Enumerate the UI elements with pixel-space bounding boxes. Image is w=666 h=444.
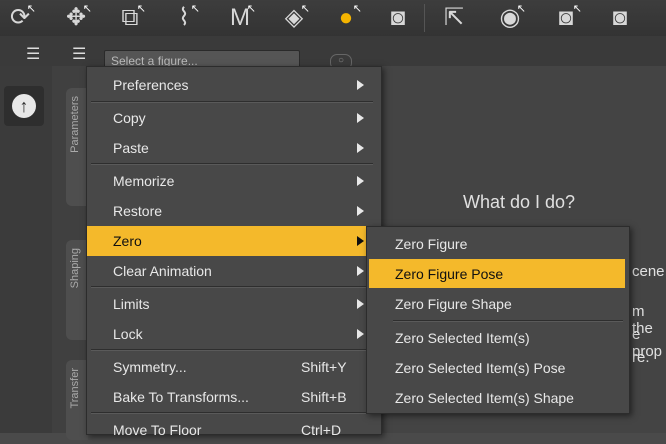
submenu-item-zero-figure-pose[interactable]: Zero Figure Pose bbox=[369, 259, 625, 288]
shortcut-label: Shift+Y bbox=[301, 359, 347, 375]
submenu-arrow-icon bbox=[357, 266, 364, 276]
submenu-arrow-icon bbox=[357, 236, 364, 246]
help-text: cene bbox=[632, 263, 665, 280]
menu-item-copy[interactable]: Copy bbox=[87, 104, 381, 132]
camera-icon[interactable]: ◙ bbox=[378, 2, 418, 34]
bone-icon[interactable]: ⌇ ↖ bbox=[164, 2, 204, 34]
submenu-item-zero-figure[interactable]: Zero Figure bbox=[369, 229, 625, 257]
surface-icon[interactable]: ◈ ↖ bbox=[274, 2, 314, 34]
menu-separator bbox=[91, 349, 373, 351]
menu-item-paste[interactable]: Paste bbox=[87, 134, 381, 162]
menu-separator bbox=[393, 320, 623, 322]
figure-icon[interactable]: ● ↖ bbox=[326, 2, 366, 34]
morph-icon[interactable]: M ↖ bbox=[220, 2, 260, 34]
menu-item-move-to-floor[interactable]: Move To Floor Ctrl+D bbox=[87, 416, 381, 444]
menu-separator bbox=[91, 101, 373, 103]
camera-frame-icon[interactable]: ◙ bbox=[600, 2, 640, 34]
submenu-arrow-icon bbox=[357, 176, 364, 186]
context-menu: Preferences Copy Paste Memorize Restore … bbox=[86, 66, 382, 438]
menu-separator bbox=[91, 286, 373, 288]
menu-separator bbox=[91, 412, 373, 414]
camera-edit-icon[interactable]: ◙ ↖ bbox=[546, 2, 586, 34]
pane-menu-icon[interactable]: ☰ bbox=[72, 44, 86, 64]
submenu-item-zero-selected-items-pose[interactable]: Zero Selected Item(s) Pose bbox=[369, 353, 625, 381]
zero-submenu: Zero Figure Zero Figure Pose Zero Figure… bbox=[366, 226, 630, 414]
submenu-arrow-icon bbox=[357, 80, 364, 90]
menu-item-lock[interactable]: Lock bbox=[87, 320, 381, 348]
menu-item-preferences[interactable]: Preferences bbox=[87, 71, 381, 99]
submenu-arrow-icon bbox=[357, 143, 364, 153]
rotate-icon[interactable]: ⟳ ↖ bbox=[0, 2, 40, 34]
menu-item-limits[interactable]: Limits bbox=[87, 290, 381, 318]
menu-item-symmetry[interactable]: Symmetry... Shift+Y bbox=[87, 353, 381, 381]
pointer-icon[interactable]: ⇱ bbox=[434, 2, 474, 34]
main-toolbar: ⟳ ↖ ✥ ↖ ⧉ ↖ ⌇ ↖ M ↖ ◈ ↖ ● ↖ ◙ ⇱ ◉ ↖ ◙ ↖ ◙ bbox=[0, 0, 666, 36]
submenu-arrow-icon bbox=[357, 113, 364, 123]
menu-separator bbox=[91, 163, 373, 165]
scale-icon[interactable]: ⧉ ↖ bbox=[110, 2, 150, 34]
pane-options-icon[interactable]: ☰ bbox=[26, 44, 40, 64]
toolbar-divider bbox=[424, 4, 425, 32]
menu-item-restore[interactable]: Restore bbox=[87, 197, 381, 225]
up-arrow-icon: ↑ bbox=[12, 94, 36, 118]
menu-item-bake-to-transforms[interactable]: Bake To Transforms... Shift+B bbox=[87, 383, 381, 411]
tab-parameters[interactable]: Parameters bbox=[66, 88, 88, 206]
tab-shaping[interactable]: Shaping bbox=[66, 240, 88, 340]
up-button[interactable]: ↑ bbox=[4, 86, 44, 126]
menu-item-memorize[interactable]: Memorize bbox=[87, 167, 381, 195]
shortcut-label: Shift+B bbox=[301, 389, 347, 405]
help-text: re. bbox=[632, 349, 650, 366]
move-icon[interactable]: ✥ ↖ bbox=[56, 2, 96, 34]
submenu-item-zero-selected-items[interactable]: Zero Selected Item(s) bbox=[369, 323, 625, 351]
menu-item-clear-animation[interactable]: Clear Animation bbox=[87, 257, 381, 285]
menu-item-zero[interactable]: Zero bbox=[87, 226, 381, 256]
submenu-arrow-icon bbox=[357, 299, 364, 309]
node-icon[interactable]: ◉ ↖ bbox=[490, 2, 530, 34]
tab-transfer[interactable]: Transfer bbox=[66, 360, 88, 440]
submenu-item-zero-figure-shape[interactable]: Zero Figure Shape bbox=[369, 289, 625, 317]
shortcut-label: Ctrl+D bbox=[301, 422, 342, 438]
submenu-arrow-icon bbox=[357, 329, 364, 339]
submenu-item-zero-selected-items-shape[interactable]: Zero Selected Item(s) Shape bbox=[369, 383, 625, 411]
submenu-arrow-icon bbox=[357, 206, 364, 216]
help-title: What do I do? bbox=[463, 192, 576, 212]
